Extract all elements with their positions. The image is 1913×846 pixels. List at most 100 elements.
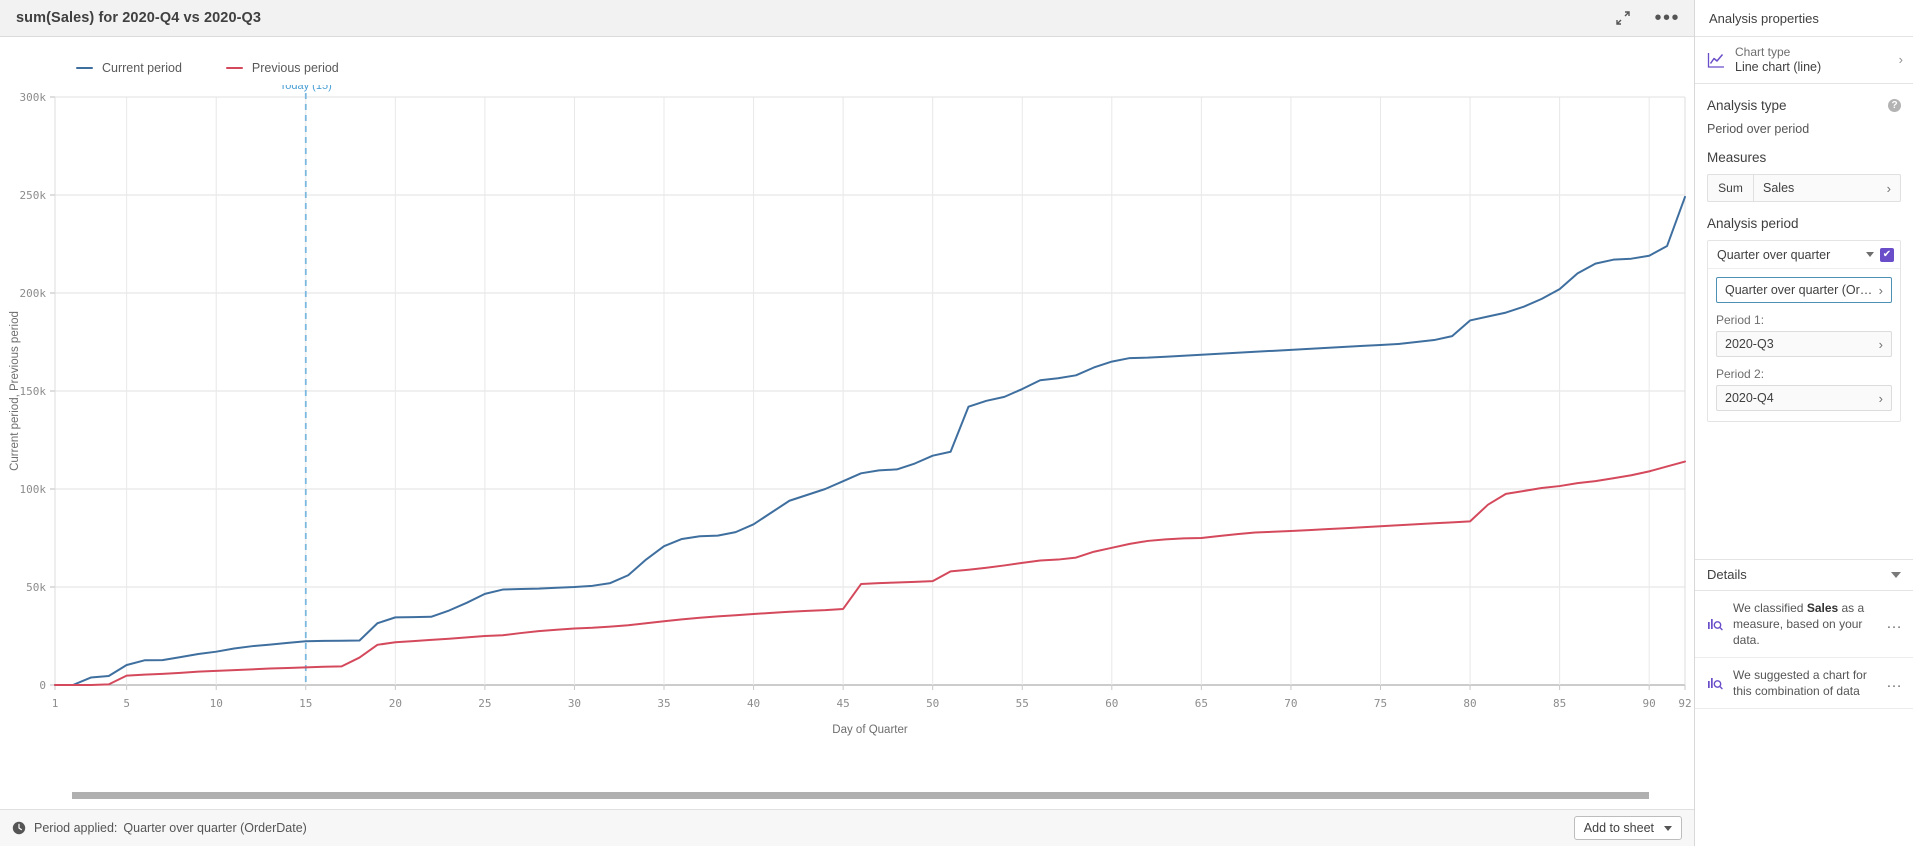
chevron-right-icon: › [1886,180,1891,196]
app-root: sum(Sales) for 2020-Q4 vs 2020-Q3 ••• Cu… [0,0,1913,846]
chevron-right-icon: › [1878,282,1883,298]
detail-text: We suggested a chart for this combinatio… [1733,668,1867,699]
chevron-right-icon: › [1878,390,1883,406]
chart-legend: Current period Previous period [0,37,1694,85]
legend-swatch-current [76,66,93,70]
analysis-period-selected: Quarter over quarter [1717,247,1831,262]
clock-icon [12,821,26,835]
period1-caption: Period 1: [1716,313,1765,327]
svg-text:92: 92 [1678,697,1691,710]
legend-item-previous-period[interactable]: Previous period [225,61,339,75]
svg-text:50: 50 [926,697,939,710]
chart-plot-area: 0 50k 100k 150k 200k 250k 300k 1 5 10 15 20 25 30 35 40… [0,85,1694,846]
period1-button[interactable]: 2020-Q3 › [1716,331,1892,357]
analysis-period-definition-button[interactable]: Quarter over quarter (Order… › [1716,277,1892,303]
svg-text:65: 65 [1195,697,1208,710]
chart-type-label: Chart type [1735,45,1791,59]
collapse-icon[interactable] [1612,7,1634,29]
analysis-period-body: Quarter over quarter (Order… › Period 1:… [1708,269,1900,421]
detail-menu-icon[interactable]: … [1886,615,1903,631]
svg-text:10: 10 [210,697,223,710]
period2-button[interactable]: 2020-Q4 › [1716,385,1892,411]
panel-header: Analysis properties [1695,0,1913,37]
analysis-type-title: Analysis type [1707,98,1787,113]
svg-text:Today (15): Today (15) [280,85,332,92]
legend-label-current: Current period [102,61,182,75]
svg-text:5: 5 [123,697,130,710]
add-to-sheet-button[interactable]: Add to sheet [1573,816,1682,840]
legend-swatch-previous [225,66,243,70]
analysis-period-card: Quarter over quarter ✔ Quarter over quar… [1707,240,1901,422]
titlebar-actions: ••• [1612,7,1680,29]
status-value: Quarter over quarter (OrderDate) [123,821,307,835]
svg-text:75: 75 [1374,697,1387,710]
measures-section: Measures Sum Sales › [1695,136,1913,202]
analysis-type-section: Analysis type ? Period over period [1695,84,1913,136]
svg-text:300k: 300k [20,91,47,104]
period2-caption: Period 2: [1716,367,1765,381]
svg-text:45: 45 [837,697,850,710]
svg-text:Current period, Previous perio: Current period, Previous period [9,311,21,471]
period2-value: 2020-Q4 [1725,391,1774,405]
svg-text:250k: 250k [20,189,47,202]
help-icon[interactable]: ? [1888,99,1901,112]
panel-empty-space [1695,709,1913,846]
svg-text:80: 80 [1463,697,1476,710]
chevron-down-icon[interactable] [1866,252,1874,257]
analysis-type-title-row: Analysis type ? [1707,98,1901,113]
detail-item: We suggested a chart for this combinatio… [1695,658,1913,710]
svg-text:30: 30 [568,697,581,710]
chevron-down-icon [1664,825,1672,831]
measure-field: Sales [1763,181,1795,195]
insight-icon [1707,616,1723,632]
detail-text: We classified Sales as a measure, based … [1733,600,1865,647]
svg-text:50k: 50k [26,581,46,594]
chart-type-value: Line chart (line) [1735,60,1822,74]
status-bar: Period applied: Quarter over quarter (Or… [0,809,1694,846]
analysis-period-definition: Quarter over quarter (Order… [1725,283,1873,297]
svg-text:100k: 100k [20,483,47,496]
svg-text:70: 70 [1284,697,1297,710]
chart-titlebar: sum(Sales) for 2020-Q4 vs 2020-Q3 ••• [0,0,1694,37]
analysis-period-title: Analysis period [1707,216,1799,231]
measure-item-sales[interactable]: Sum Sales › [1707,174,1901,202]
analysis-period-select-row[interactable]: Quarter over quarter ✔ [1708,241,1900,269]
line-chart-icon [1707,51,1725,69]
chart-panel: sum(Sales) for 2020-Q4 vs 2020-Q3 ••• Cu… [0,0,1695,846]
svg-text:40: 40 [747,697,760,710]
insight-icon [1707,675,1723,691]
line-chart-svg: 050k100k150k200k250k300k1 5 10 15 20 25 30 35 40… [9,85,1692,736]
svg-text:35: 35 [657,697,670,710]
detail-item: We classified Sales as a measure, based … [1695,591,1913,659]
svg-text:90: 90 [1643,697,1656,710]
measures-title: Measures [1707,150,1767,165]
period1-value: 2020-Q3 [1725,337,1774,351]
legend-label-previous: Previous period [251,61,339,75]
page-title: sum(Sales) for 2020-Q4 vs 2020-Q3 [16,10,262,26]
ellipsis-icon[interactable]: ••• [1654,8,1680,28]
svg-text:55: 55 [1016,697,1029,710]
svg-text:150k: 150k [20,385,47,398]
analysis-type-value: Period over period [1707,122,1810,136]
analysis-period-checkbox[interactable]: ✔ [1880,247,1894,262]
svg-text:0: 0 [39,679,46,692]
legend-item-current-period[interactable]: Current period [76,61,182,75]
svg-text:85: 85 [1553,697,1566,710]
chart-type-row[interactable]: Chart type Line chart (line) › [1695,37,1913,84]
chevron-right-icon: › [1898,52,1903,67]
svg-text:1: 1 [52,697,59,710]
chevron-right-icon: › [1878,336,1883,352]
status-label: Period applied: [34,821,118,835]
details-title: Details [1707,567,1747,583]
horizontal-scrollbar[interactable] [0,788,1694,802]
detail-menu-icon[interactable]: … [1886,675,1903,691]
measure-aggregation: Sum [1708,175,1754,201]
scrollbar-thumb[interactable] [72,791,1649,799]
details-header[interactable]: Details [1695,558,1913,591]
svg-text:20: 20 [389,697,402,710]
panel-header-title: Analysis properties [1709,10,1819,26]
analysis-period-section: Analysis period Quarter over quarter ✔ Q… [1695,202,1913,422]
svg-text:200k: 200k [20,287,47,300]
svg-text:25: 25 [478,697,491,710]
chevron-down-icon [1891,571,1901,578]
